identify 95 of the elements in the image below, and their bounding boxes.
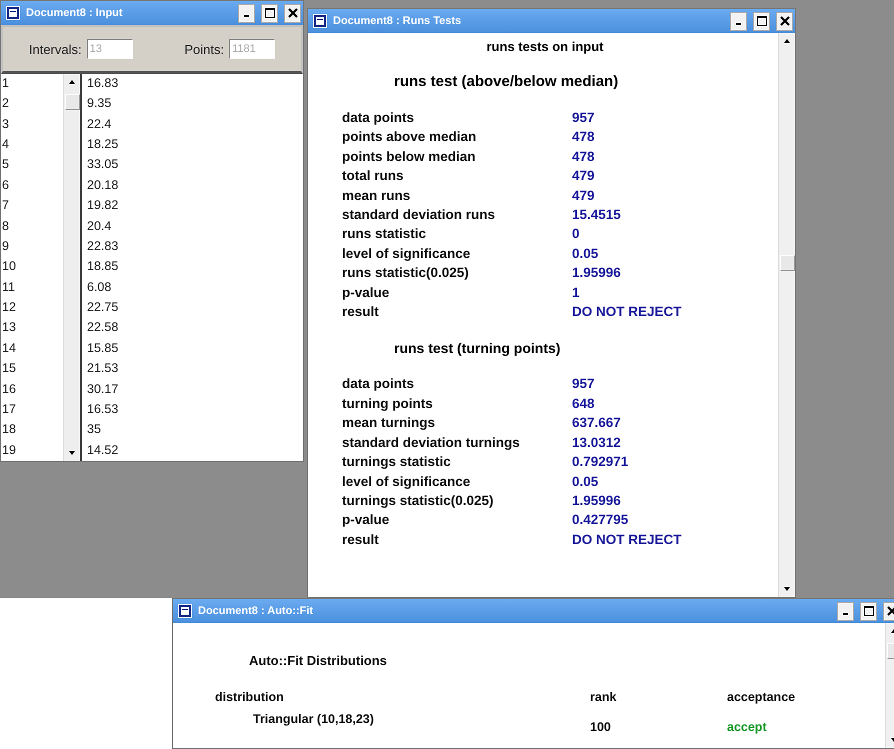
stat-value: 957 bbox=[572, 109, 596, 127]
table-cell-text: 100 bbox=[590, 720, 612, 734]
row-number: 17 bbox=[1, 400, 17, 418]
row-number: 13 bbox=[1, 319, 17, 336]
column-header: distribution bbox=[215, 690, 285, 704]
close-icon bbox=[288, 8, 298, 18]
report-heading: runs tests on input bbox=[486, 39, 604, 54]
column-header: rank bbox=[590, 690, 618, 704]
table-cell-text: Triangular (10,18,23) bbox=[252, 712, 375, 728]
row-number: 8 bbox=[1, 218, 10, 235]
row-number: 10 bbox=[1, 258, 17, 276]
stat-label: mean turnings bbox=[342, 414, 436, 432]
row-number: 2 bbox=[1, 95, 10, 112]
document-icon bbox=[6, 6, 20, 20]
row-number: 11 bbox=[1, 278, 16, 296]
row-number: 1 bbox=[1, 75, 10, 92]
row-number: 18 bbox=[1, 421, 17, 438]
scroll-thumb[interactable] bbox=[65, 94, 80, 110]
stat-value: 13.0312 bbox=[572, 434, 622, 452]
field-label: Points: bbox=[184, 42, 224, 56]
stat-value: 1.95996 bbox=[572, 264, 622, 282]
stat-value: 1 bbox=[572, 284, 581, 302]
stat-label: runs statistic(0.025) bbox=[342, 264, 470, 282]
minimize-button[interactable] bbox=[238, 4, 255, 22]
section-title: runs test (above/below median) bbox=[394, 73, 620, 90]
stat-value: DO NOT REJECT bbox=[572, 530, 683, 549]
close-icon bbox=[780, 16, 790, 26]
close-button[interactable] bbox=[776, 12, 793, 30]
row-number: 14 bbox=[1, 340, 17, 357]
scroll-thumb[interactable] bbox=[780, 255, 795, 271]
stat-value: 0.05 bbox=[572, 244, 600, 263]
stat-value: 478 bbox=[572, 148, 596, 166]
stat-label: runs statistic bbox=[342, 225, 428, 244]
stat-label: standard deviation turnings bbox=[342, 434, 521, 452]
row-number: 6 bbox=[1, 176, 10, 194]
row-number: 16 bbox=[1, 380, 17, 398]
stat-label: points below median bbox=[342, 148, 477, 166]
report-heading: Auto::Fit Distributions bbox=[249, 653, 388, 668]
stat-value: 1.95996 bbox=[572, 492, 622, 510]
window-title: Document8 : Input bbox=[26, 7, 124, 19]
stat-label: mean runs bbox=[342, 186, 412, 205]
stat-label: p-value bbox=[342, 511, 390, 530]
maximize-button[interactable] bbox=[261, 4, 278, 22]
row-number: 3 bbox=[1, 116, 10, 133]
maximize-icon bbox=[264, 8, 274, 18]
stat-value: 0 bbox=[572, 225, 581, 244]
table-cell-text: accept bbox=[727, 720, 768, 734]
stat-value: 637.667 bbox=[572, 414, 622, 432]
window-title: Document8 : Runs Tests bbox=[333, 15, 462, 27]
document-icon bbox=[313, 14, 327, 28]
stat-label: data points bbox=[342, 375, 416, 394]
row-number: 4 bbox=[1, 136, 10, 154]
maximize-icon bbox=[756, 16, 766, 26]
stat-label: result bbox=[342, 530, 380, 549]
minimize-button[interactable] bbox=[837, 602, 854, 620]
row-number: 12 bbox=[1, 299, 17, 316]
close-button[interactable] bbox=[284, 4, 301, 22]
stat-value: 0.427795 bbox=[572, 511, 630, 530]
stat-label: p-value bbox=[342, 284, 390, 302]
row-number: 15 bbox=[1, 360, 17, 378]
close-icon bbox=[886, 606, 894, 616]
stat-label: turnings statistic bbox=[342, 453, 452, 472]
maximize-icon bbox=[864, 606, 874, 616]
document-icon bbox=[178, 604, 192, 618]
stat-label: result bbox=[342, 303, 380, 322]
row-number: 5 bbox=[1, 156, 10, 174]
stat-value: 957 bbox=[572, 375, 596, 394]
vertical-scrollbar[interactable] bbox=[63, 74, 80, 461]
row-number: 19 bbox=[1, 442, 17, 459]
field-label: Intervals: bbox=[28, 42, 82, 56]
window-title: Document8 : Auto::Fit bbox=[198, 605, 314, 617]
row-number: 7 bbox=[1, 197, 10, 214]
stat-value: 0.05 bbox=[572, 472, 600, 490]
stat-label: data points bbox=[342, 109, 416, 127]
stat-label: total runs bbox=[342, 167, 405, 186]
stat-value: 648 bbox=[572, 394, 596, 413]
stat-label: points above median bbox=[342, 128, 478, 146]
stat-label: level of significance bbox=[342, 472, 472, 491]
stat-value: 0.792971 bbox=[572, 453, 630, 472]
maximize-button[interactable] bbox=[860, 602, 877, 620]
stat-value: DO NOT REJECT bbox=[572, 303, 683, 322]
stat-label: level of significance bbox=[342, 244, 472, 263]
stat-value: 479 bbox=[572, 167, 596, 186]
stat-label: turnings statistic(0.025) bbox=[342, 492, 495, 510]
maximize-button[interactable] bbox=[753, 12, 770, 30]
stat-value: 478 bbox=[572, 128, 596, 146]
row-number: 9 bbox=[1, 238, 10, 255]
minimize-button[interactable] bbox=[730, 12, 747, 30]
stat-label: turning points bbox=[342, 394, 434, 413]
column-header: acceptance bbox=[727, 690, 796, 704]
vertical-scrollbar[interactable] bbox=[778, 33, 795, 597]
stat-value: 479 bbox=[572, 186, 596, 205]
stat-label: standard deviation runs bbox=[342, 206, 496, 224]
section-title: runs test (turning points) bbox=[394, 340, 562, 356]
stat-value: 15.4515 bbox=[572, 206, 622, 224]
